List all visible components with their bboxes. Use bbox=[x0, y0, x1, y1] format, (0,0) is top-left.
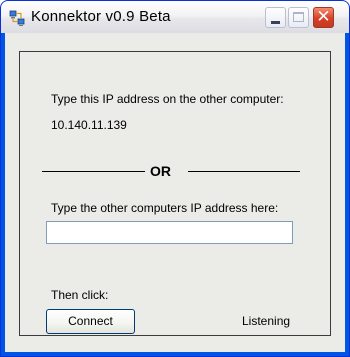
or-divider: OR bbox=[42, 163, 320, 179]
ip-prompt-label: Type this IP address on the other comput… bbox=[51, 92, 284, 106]
title-bar[interactable]: Konnektor v0.9 Beta ✕ bbox=[1, 1, 349, 33]
remote-ip-input[interactable] bbox=[46, 221, 293, 244]
remote-ip-prompt-label: Type the other computers IP address here… bbox=[51, 201, 279, 215]
status-label: Listening bbox=[242, 314, 291, 328]
close-button[interactable]: ✕ bbox=[313, 7, 334, 28]
or-label: OR bbox=[150, 163, 171, 179]
client-area: Type this IP address on the other comput… bbox=[5, 33, 345, 352]
local-ip-address: 10.140.11.139 bbox=[51, 118, 127, 132]
divider-line-left bbox=[42, 171, 145, 172]
app-window: Konnektor v0.9 Beta ✕ Type this IP addre… bbox=[0, 0, 350, 357]
client-background: Type this IP address on the other comput… bbox=[5, 33, 345, 352]
close-icon: ✕ bbox=[316, 7, 331, 27]
maximize-icon bbox=[293, 12, 304, 22]
connect-button[interactable]: Connect bbox=[46, 309, 135, 334]
window-title: Konnektor v0.9 Beta bbox=[31, 8, 171, 25]
minimize-icon bbox=[271, 21, 280, 24]
network-app-icon bbox=[9, 10, 25, 26]
divider-line-right bbox=[188, 171, 300, 172]
minimize-button[interactable] bbox=[265, 7, 286, 28]
maximize-button[interactable] bbox=[288, 7, 309, 28]
then-click-label: Then click: bbox=[51, 288, 109, 302]
connection-panel: Type this IP address on the other comput… bbox=[19, 51, 331, 336]
